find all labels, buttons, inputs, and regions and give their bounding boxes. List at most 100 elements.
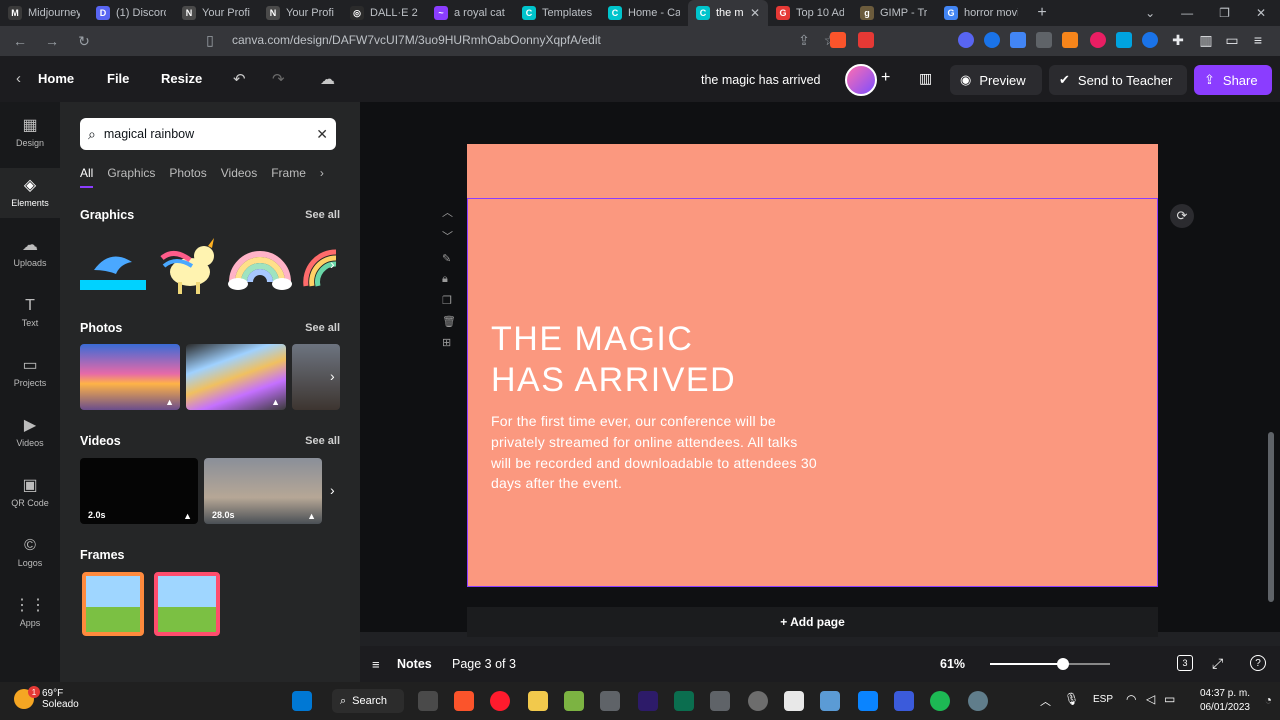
delete-icon[interactable]: 🗑︎ — [442, 315, 456, 328]
unicorn-graphic[interactable] — [154, 238, 220, 296]
sidebar-icon[interactable]: ▥ — [1196, 32, 1216, 49]
rail-item-logos[interactable]: © Logos — [0, 528, 60, 578]
file-menu-button[interactable]: File — [107, 71, 129, 86]
undo-icon[interactable]: ↶ — [233, 70, 246, 88]
back-icon[interactable]: ← — [10, 33, 30, 49]
store-icon[interactable] — [858, 691, 878, 711]
move-down-icon[interactable]: ﹀ — [442, 228, 456, 244]
tab-videos[interactable]: Videos — [221, 166, 257, 188]
extension-icon[interactable] — [1142, 32, 1158, 48]
add-page-button[interactable]: + Add page — [467, 607, 1158, 637]
rail-item-videos[interactable]: ▶ Videos — [0, 408, 60, 458]
file-explorer-icon[interactable] — [528, 691, 548, 711]
rainbow-graphic[interactable] — [226, 242, 294, 292]
capcut-icon[interactable] — [784, 691, 804, 711]
rainbow-frame[interactable] — [154, 572, 220, 636]
browser-tab[interactable]: N Your Profile — [174, 0, 258, 26]
settings-icon[interactable] — [968, 691, 988, 711]
insights-icon[interactable]: ▥ — [919, 70, 932, 87]
add-collaborator-icon[interactable]: + — [881, 69, 890, 87]
weather-widget[interactable]: 69°F Soleado — [14, 688, 79, 710]
zoom-level[interactable]: 61% — [940, 657, 965, 671]
extension-icon[interactable] — [1090, 32, 1106, 48]
browser-tab[interactable]: ◎ DALL·E 2 — [342, 0, 426, 26]
premiere-icon[interactable] — [638, 691, 658, 711]
minimize-icon[interactable]: — — [1181, 6, 1193, 20]
app-icon[interactable] — [600, 691, 620, 711]
extension-icon[interactable] — [1116, 32, 1132, 48]
preview-button[interactable]: ◉ Preview — [950, 65, 1042, 95]
new-tab-button[interactable]: + — [1030, 4, 1054, 22]
rail-item-text[interactable]: T Text — [0, 288, 60, 338]
microphone-icon[interactable]: 🎙︎ — [1064, 692, 1079, 706]
tab-graphics[interactable]: Graphics — [107, 166, 155, 188]
browser-tab[interactable]: C Home - Canv — [600, 0, 688, 26]
zoom-slider-handle[interactable] — [1057, 658, 1069, 670]
lock-icon[interactable]: 🔒︎ — [442, 273, 456, 286]
redo-icon[interactable]: ↷ — [272, 70, 285, 88]
document-title[interactable]: the magic has arrived — [701, 73, 821, 87]
browser-tab[interactable]: C Templates — [514, 0, 600, 26]
chevron-left-icon[interactable]: ‹ — [16, 70, 21, 87]
notification-center-icon[interactable]: ◔ — [1265, 693, 1272, 707]
browser-tab[interactable]: G Top 10 Adob — [768, 0, 852, 26]
vertical-scrollbar[interactable] — [1268, 432, 1274, 602]
taskbar-search[interactable]: ⌕ Search — [332, 689, 404, 713]
dolphin-graphic[interactable] — [80, 240, 146, 294]
brave-rewards-icon[interactable] — [858, 32, 874, 48]
extension-icon[interactable] — [1010, 32, 1026, 48]
fullscreen-icon[interactable]: ⤢ — [1212, 655, 1223, 672]
forward-icon[interactable]: → — [42, 33, 62, 49]
rainbow-frame[interactable] — [82, 572, 144, 636]
tab-photos[interactable]: Photos — [169, 166, 206, 188]
puzzle-icon[interactable]: ✚ — [1168, 32, 1188, 49]
app-icon[interactable] — [894, 691, 914, 711]
notes-button[interactable]: Notes — [397, 657, 432, 671]
tab-all[interactable]: All — [80, 166, 94, 188]
extension-icon[interactable] — [1036, 32, 1052, 48]
video-thumbnail[interactable]: 28.0s ▲ — [204, 458, 322, 524]
extension-icon[interactable] — [958, 32, 974, 48]
video-thumbnail[interactable]: 2.0s ▲ — [80, 458, 198, 524]
videos-see-all-link[interactable]: See all — [305, 435, 340, 447]
menu-icon[interactable]: ≡ — [1248, 32, 1268, 48]
brave-browser-icon[interactable] — [454, 691, 474, 711]
share-url-icon[interactable]: ⇪ — [794, 32, 814, 49]
rail-item-projects[interactable]: ▭ Projects — [0, 348, 60, 398]
browser-tab[interactable]: N Your Profile — [258, 0, 342, 26]
avatar[interactable] — [845, 64, 877, 96]
browser-tab[interactable]: M Midjourney — [0, 0, 88, 26]
browser-tab[interactable]: ~ a royal cat ri — [426, 0, 514, 26]
windows-start-icon[interactable] — [292, 691, 312, 711]
camtasia-icon[interactable] — [564, 691, 584, 711]
add-page-icon[interactable]: ⊞ — [442, 336, 456, 349]
task-view-icon[interactable] — [418, 691, 438, 711]
reload-icon[interactable]: ↻ — [74, 33, 94, 50]
duplicate-icon[interactable]: ❐ — [442, 294, 456, 307]
browser-tab[interactable]: g GIMP - Tr — [852, 0, 936, 26]
chevron-right-icon[interactable]: › — [320, 166, 324, 188]
app-icon[interactable] — [748, 691, 768, 711]
home-button[interactable]: Home — [38, 71, 74, 86]
search-input[interactable]: ⌕ magical rainbow ✕ ☰ — [80, 118, 386, 150]
rail-item-uploads[interactable]: ☁ Uploads — [0, 228, 60, 278]
bookmark-icon[interactable]: ▯ — [200, 32, 220, 49]
chevron-right-icon[interactable]: › — [330, 482, 335, 498]
help-icon[interactable]: ? — [1250, 655, 1266, 671]
share-button[interactable]: ⇪ Share — [1194, 65, 1272, 95]
wallet-icon[interactable]: ▭ — [1222, 32, 1242, 49]
chevron-up-icon[interactable]: ︿ — [1040, 693, 1051, 709]
page-count-button[interactable]: 3 — [1177, 655, 1193, 671]
app-icon[interactable] — [674, 691, 694, 711]
rail-item-design[interactable]: ▦ Design — [0, 108, 60, 158]
browser-tab[interactable]: Ghorror movie — [936, 0, 1026, 26]
metamask-icon[interactable] — [1062, 32, 1078, 48]
body-text[interactable]: For the first time ever, our conference … — [491, 411, 821, 494]
extension-icon[interactable] — [984, 32, 1000, 48]
maximize-icon[interactable]: ❐ — [1219, 6, 1230, 20]
clear-icon[interactable]: ✕ — [316, 126, 328, 143]
previous-page-strip[interactable] — [467, 144, 1158, 198]
brave-shield-icon[interactable] — [830, 32, 846, 48]
chevron-right-icon[interactable]: › — [330, 368, 335, 384]
close-window-icon[interactable]: ✕ — [1256, 6, 1266, 20]
